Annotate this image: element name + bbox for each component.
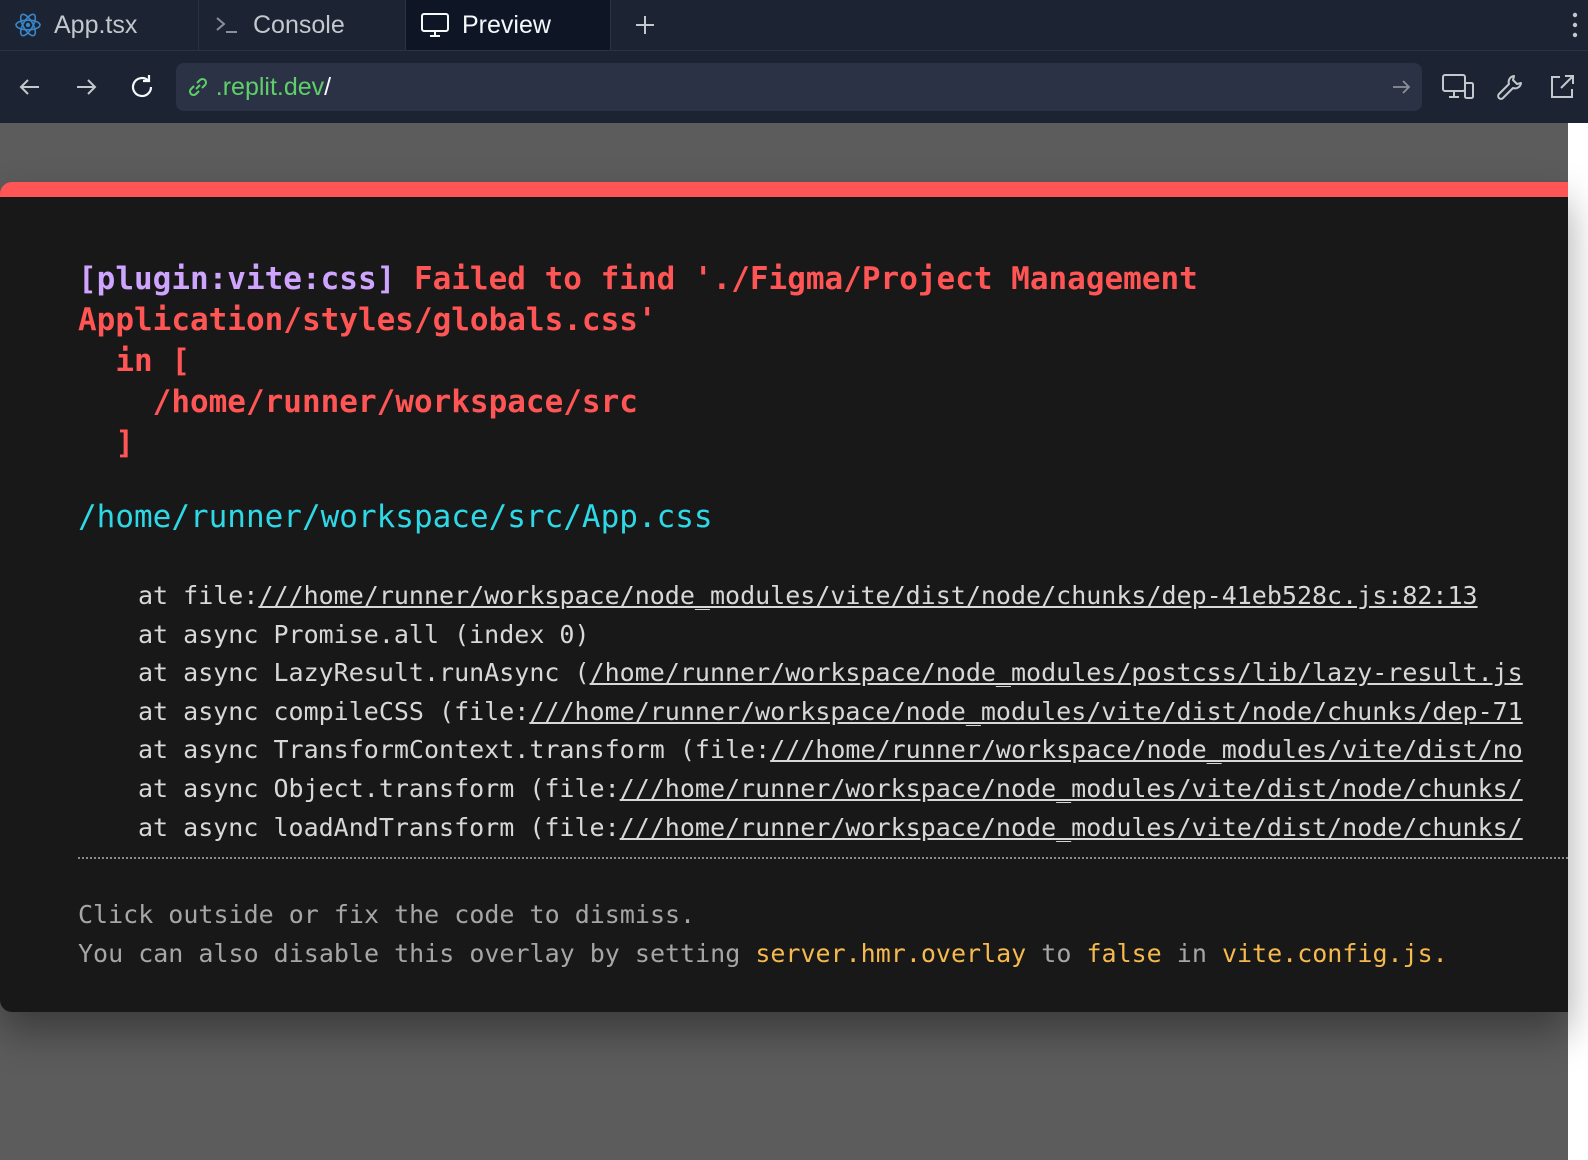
terminal-icon <box>216 17 237 33</box>
url-path: / <box>324 72 332 101</box>
tip-code-config-file: vite.config.js <box>1221 939 1433 968</box>
divider <box>78 857 1568 859</box>
tab-preview[interactable]: Preview <box>406 0 611 50</box>
add-tab-button[interactable] <box>611 0 679 50</box>
stack-prefix: at file: <box>138 581 259 610</box>
stack-link[interactable]: ///home/runner/workspace/node_modules/vi… <box>620 774 1523 803</box>
more-vertical-icon <box>1572 12 1578 38</box>
tab-app-tsx[interactable]: App.tsx <box>0 0 199 50</box>
url-domain: .replit.dev <box>215 72 325 101</box>
go-button[interactable] <box>1390 76 1412 98</box>
preview-edge <box>1568 123 1588 1160</box>
stack-link[interactable]: ///home/runner/workspace/node_modules/vi… <box>770 735 1523 764</box>
stack-prefix: at async Promise.all (index 0) <box>138 619 590 649</box>
error-file-path: /home/runner/workspace/src/App.css <box>78 499 713 535</box>
stack-prefix: at async loadAndTransform (file: <box>138 812 620 842</box>
tip-code-false: false <box>1086 939 1162 968</box>
stack-link[interactable]: ///home/runner/workspace/node_modules/vi… <box>620 813 1523 842</box>
tab-label: App.tsx <box>54 10 138 39</box>
tab-bar: App.tsx Console Preview <box>0 0 1588 51</box>
url-input[interactable]: .replit.dev / <box>175 63 1423 111</box>
reload-button[interactable] <box>114 59 170 115</box>
devices-icon <box>1442 74 1475 99</box>
stack-line: at async TransformContext.transform (fil… <box>138 731 1523 770</box>
tip-text: in <box>1161 939 1222 968</box>
plus-icon <box>636 16 654 34</box>
stack-prefix: at async LazyResult.runAsync ( <box>138 658 590 688</box>
arrow-left-icon <box>19 79 39 95</box>
stack-link[interactable]: /home/runner/workspace/node_modules/post… <box>590 658 1523 687</box>
dismiss-tip: Click outside or fix the code to dismiss… <box>78 895 1448 973</box>
error-message-rest: Application/styles/globals.css' in [ /ho… <box>78 302 657 461</box>
tip-line-1: Click outside or fix the code to dismiss… <box>78 900 696 929</box>
monitor-icon <box>421 13 449 37</box>
stack-line: at async Promise.all (index 0) <box>138 616 1523 655</box>
wrench-icon <box>1497 75 1523 100</box>
open-new-tab-button[interactable] <box>1536 59 1588 115</box>
error-message: [plugin:vite:css] Failed to find './Figm… <box>78 259 1378 464</box>
reload-icon <box>131 75 152 98</box>
tab-console[interactable]: Console <box>199 0 406 50</box>
stack-line: at async compileCSS (file:///home/runner… <box>138 693 1523 732</box>
tab-menu-button[interactable] <box>1570 0 1588 50</box>
tip-text: You can also disable this overlay by set… <box>78 939 756 968</box>
error-message-line1: Failed to find './Figma/Project Manageme… <box>395 261 1198 297</box>
vite-error-overlay[interactable]: [plugin:vite:css] Failed to find './Figm… <box>0 182 1568 1012</box>
external-link-icon <box>1551 75 1575 98</box>
stack-prefix: at async TransformContext.transform (fil… <box>138 735 771 765</box>
stack-line: at async Object.transform (file:///home/… <box>138 770 1523 809</box>
forward-button[interactable] <box>58 59 114 115</box>
devices-button[interactable] <box>1432 59 1484 115</box>
tip-text: . <box>1432 939 1448 968</box>
tip-code-overlay-setting: server.hmr.overlay <box>755 939 1027 968</box>
tab-label: Preview <box>462 10 551 39</box>
back-button[interactable] <box>2 59 58 115</box>
stack-prefix: at async compileCSS (file: <box>138 696 530 726</box>
url-toolbar: .replit.dev / <box>0 51 1588 123</box>
stack-prefix: at async Object.transform (file: <box>138 773 620 803</box>
stack-line: at file:///home/runner/workspace/node_mo… <box>138 577 1523 616</box>
stack-line: at async loadAndTransform (file:///home/… <box>138 809 1523 848</box>
tip-line-2: You can also disable this overlay by set… <box>78 934 1448 973</box>
stack-line: at async LazyResult.runAsync (/home/runn… <box>138 654 1523 693</box>
plugin-tag: [plugin:vite:css] <box>78 261 396 297</box>
tab-label: Console <box>253 10 345 39</box>
devtools-button[interactable] <box>1484 59 1536 115</box>
arrow-right-icon <box>76 79 97 95</box>
react-icon <box>15 13 41 37</box>
tip-text: to <box>1026 939 1087 968</box>
link-icon <box>188 77 207 97</box>
stack-link[interactable]: ///home/runner/workspace/node_modules/vi… <box>529 697 1522 726</box>
stack-link[interactable]: ///home/runner/workspace/node_modules/vi… <box>258 581 1477 610</box>
stack-trace: at file:///home/runner/workspace/node_mo… <box>138 577 1523 847</box>
arrow-right-icon <box>1393 80 1411 94</box>
